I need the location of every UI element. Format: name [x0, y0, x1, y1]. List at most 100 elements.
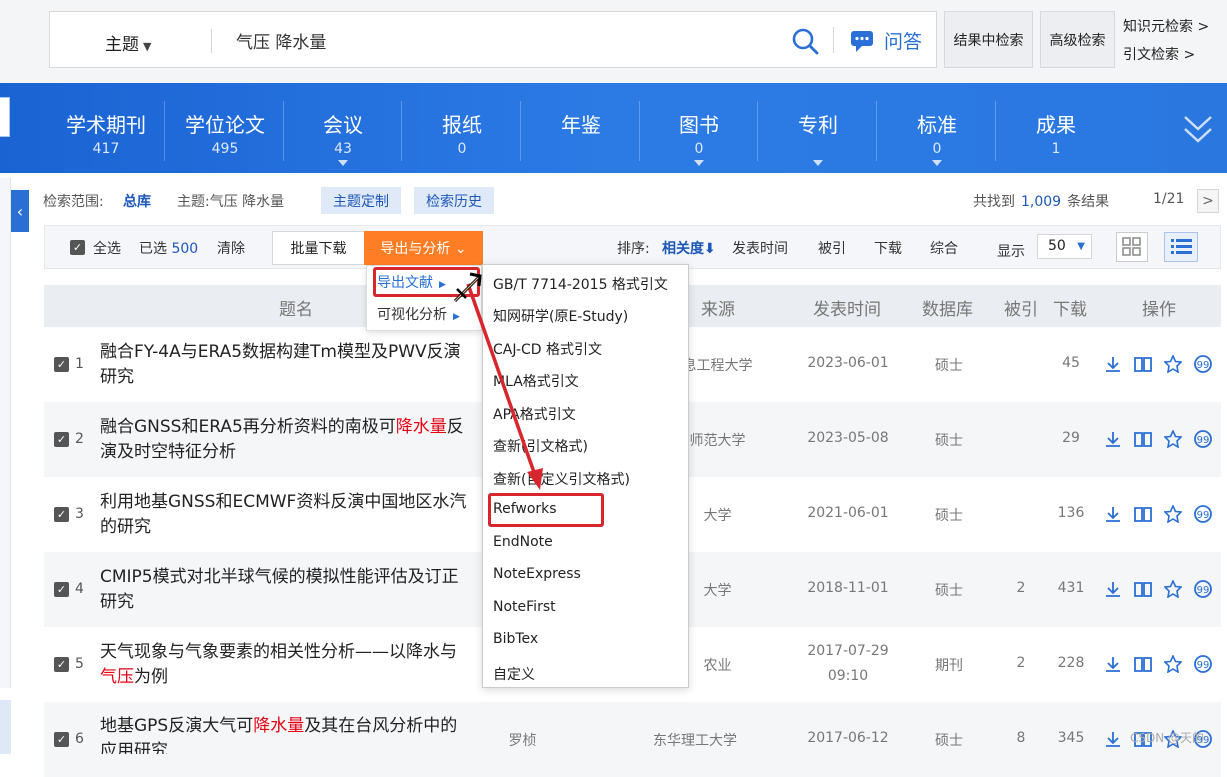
read-icon[interactable] — [1134, 430, 1152, 448]
title-text: 利用地基GNSS和ECMWF资料反演中国地区水汽 — [100, 492, 467, 512]
row-checkbox[interactable]: ✓ — [54, 507, 69, 522]
db-tab-patents[interactable]: 专利 — [759, 83, 877, 173]
search-in-results-button[interactable]: 结果中检索 — [944, 11, 1033, 68]
format-novelty-custom[interactable]: 查新(自定义引文格式) — [493, 469, 630, 489]
list-icon — [1171, 239, 1192, 254]
row-source[interactable]: 东华理工大学 — [640, 730, 750, 750]
row-author[interactable]: 罗桢 — [505, 730, 540, 750]
read-icon[interactable] — [1134, 505, 1152, 523]
row-checkbox[interactable]: ✓ — [54, 657, 69, 672]
select-all-label[interactable]: 全选 — [93, 238, 121, 258]
export-analysis-button[interactable]: 导出与分析 ⌄ — [364, 231, 483, 265]
col-cited[interactable]: 被引 — [1004, 295, 1038, 320]
search-history-button[interactable]: 检索历史 — [414, 187, 494, 214]
qa-button[interactable]: 问答 — [884, 27, 922, 54]
custom-topic-button[interactable]: 主题定制 — [321, 187, 401, 214]
format-estudy[interactable]: 知网研学(原E-Study) — [493, 306, 628, 326]
read-icon[interactable] — [1134, 580, 1152, 598]
grid-view-button[interactable] — [1116, 232, 1148, 262]
favorite-icon[interactable] — [1163, 429, 1183, 449]
row-time: 09:10 — [827, 668, 869, 684]
download-icon[interactable] — [1104, 430, 1122, 448]
favorite-icon[interactable] — [1163, 654, 1183, 674]
quote-icon[interactable]: 99 — [1194, 430, 1212, 448]
quote-icon[interactable]: 99 — [1194, 655, 1212, 673]
db-tab-newspapers[interactable]: 报纸 0 — [403, 83, 521, 173]
row-title[interactable]: CMIP5模式对北半球气候的模拟性能评估及订正 研究 — [100, 565, 490, 615]
search-field-select[interactable]: 主题 ▼ — [105, 30, 151, 55]
svg-text:99: 99 — [1197, 360, 1210, 371]
format-novelty[interactable]: 查新(引文格式) — [493, 436, 588, 456]
favorite-icon[interactable] — [1163, 579, 1183, 599]
row-downloads: 431 — [1057, 580, 1085, 596]
download-icon[interactable] — [1104, 730, 1122, 748]
col-title[interactable]: 题名 — [279, 295, 313, 320]
db-tab-books[interactable]: 图书 0 — [640, 83, 758, 173]
format-cajcd[interactable]: CAJ-CD 格式引文 — [493, 339, 602, 359]
db-tab-yearbooks[interactable]: 年鉴 — [522, 83, 640, 173]
format-apa[interactable]: APA格式引文 — [493, 404, 576, 424]
format-notefirst[interactable]: NoteFirst — [493, 599, 556, 615]
favorite-icon[interactable] — [1163, 504, 1183, 524]
row-checkbox[interactable]: ✓ — [54, 732, 69, 747]
page-indicator: 1/21 — [1153, 191, 1185, 207]
expand-chevron-icon[interactable] — [1180, 109, 1216, 149]
db-tab-theses[interactable]: 学位论文 495 — [166, 83, 284, 173]
row-title[interactable]: 融合GNSS和ERA5再分析资料的南极可降水量反 演及时空特征分析 — [100, 415, 490, 465]
format-noteexpress[interactable]: NoteExpress — [493, 566, 581, 582]
db-tab-journals[interactable]: 学术期刊 417 — [47, 83, 165, 173]
list-view-button[interactable] — [1164, 232, 1198, 262]
clear-selection-button[interactable]: 清除 — [217, 238, 245, 258]
download-icon[interactable] — [1104, 655, 1122, 673]
divider — [164, 101, 165, 161]
row-checkbox[interactable]: ✓ — [54, 357, 69, 372]
row-checkbox[interactable]: ✓ — [54, 582, 69, 597]
row-date: 2023-06-01 — [807, 355, 889, 371]
row-operations: 99 — [1104, 429, 1214, 450]
page-size-select[interactable]: 50 ▼ — [1037, 234, 1092, 259]
title-text: 研究 — [100, 592, 134, 612]
format-gbt7714[interactable]: GB/T 7714-2015 格式引文 — [493, 274, 668, 294]
row-title[interactable]: 天气现象与气象要素的相关性分析——以降水与 气压为例 — [100, 640, 490, 690]
row-date: 2017-07-29 — [807, 643, 889, 659]
db-tab-standards[interactable]: 标准 0 — [878, 83, 996, 173]
format-custom[interactable]: 自定义 — [493, 664, 535, 684]
db-tab-conferences[interactable]: 会议 43 — [284, 83, 402, 173]
read-icon[interactable] — [1134, 655, 1152, 673]
knowledge-search-link[interactable]: 知识元检索 > — [1123, 16, 1209, 36]
collapse-panel-button[interactable]: ‹ — [11, 190, 29, 232]
download-icon[interactable] — [1104, 355, 1122, 373]
next-page-button[interactable]: > — [1197, 189, 1219, 213]
quote-icon[interactable]: 99 — [1194, 505, 1212, 523]
search-input[interactable]: 气压 降水量 — [236, 28, 326, 53]
scope-value[interactable]: 总库 — [123, 191, 151, 211]
row-title[interactable]: 地基GPS反演大气可降水量及其在台风分析中的 应用研究 — [100, 714, 490, 754]
sort-cited[interactable]: 被引 — [818, 238, 846, 258]
quote-icon[interactable]: 99 — [1194, 580, 1212, 598]
chat-bubble-icon[interactable] — [850, 29, 876, 53]
advanced-search-button[interactable]: 高级检索 — [1040, 11, 1115, 68]
read-icon[interactable] — [1134, 355, 1152, 373]
download-icon[interactable] — [1104, 580, 1122, 598]
quote-icon[interactable]: 99 — [1194, 355, 1212, 373]
sort-combined[interactable]: 综合 — [930, 238, 958, 258]
db-tab-achievements[interactable]: 成果 1 — [997, 83, 1115, 173]
sort-date[interactable]: 发表时间 — [732, 238, 788, 258]
col-date[interactable]: 发表时间 — [813, 295, 881, 320]
bulk-download-button[interactable]: 批量下载 — [272, 231, 365, 265]
download-icon[interactable] — [1104, 505, 1122, 523]
row-title[interactable]: 利用地基GNSS和ECMWF资料反演中国地区水汽 的研究 — [100, 490, 490, 540]
visual-analysis-item[interactable]: 可视化分析 ▶ — [377, 304, 460, 324]
search-icon[interactable] — [791, 27, 819, 55]
format-bibtex[interactable]: BibTex — [493, 631, 538, 647]
citation-search-link[interactable]: 引文检索 > — [1123, 44, 1195, 64]
favorite-icon[interactable] — [1163, 354, 1183, 374]
col-downloads[interactable]: 下载 — [1053, 295, 1087, 320]
select-all-checkbox[interactable]: ✓ — [70, 240, 85, 255]
format-endnote[interactable]: EndNote — [493, 534, 553, 550]
row-checkbox[interactable]: ✓ — [54, 432, 69, 447]
format-mla[interactable]: MLA格式引文 — [493, 371, 579, 391]
row-title[interactable]: 融合FY-4A与ERA5数据构建Tm模型及PWV反演 研究 — [100, 340, 490, 390]
sort-downloads[interactable]: 下载 — [874, 238, 902, 258]
sort-relevance[interactable]: 相关度⬇ — [662, 238, 716, 258]
